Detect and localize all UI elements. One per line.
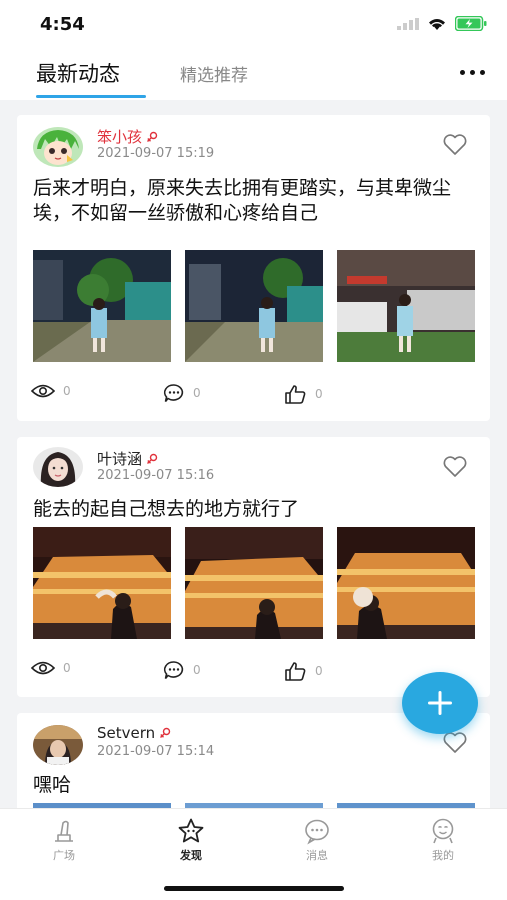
post-card[interactable]: 叶诗涵 2021-09-07 15:16 能去的起自己想去的地方就行了 0 0 … bbox=[17, 437, 490, 697]
thumbs-up-icon bbox=[285, 662, 306, 681]
heart-icon[interactable] bbox=[442, 133, 468, 157]
post-time: 2021-09-07 15:14 bbox=[97, 744, 215, 759]
female-icon bbox=[147, 131, 158, 142]
tab-active-indicator bbox=[36, 95, 146, 98]
signal-icon bbox=[397, 17, 419, 30]
post-stats: 0 0 0 bbox=[31, 383, 476, 407]
likes-stat[interactable]: 0 bbox=[283, 383, 323, 405]
likes-stat[interactable]: 0 bbox=[283, 660, 323, 682]
post-photo[interactable] bbox=[185, 250, 323, 362]
plus-icon bbox=[428, 691, 452, 715]
star-icon bbox=[178, 818, 204, 843]
post-time: 2021-09-07 15:16 bbox=[97, 468, 215, 483]
tab-square-label: 广场 bbox=[53, 849, 75, 862]
tab-latest[interactable]: 最新动态 bbox=[36, 58, 120, 88]
heart-icon[interactable] bbox=[442, 455, 468, 479]
status-time: 4:54 bbox=[40, 14, 85, 35]
post-text: 嘿哈 bbox=[33, 774, 72, 796]
comments-count: 0 bbox=[193, 663, 201, 677]
status-icons bbox=[397, 16, 487, 31]
profile-face-icon bbox=[432, 818, 454, 844]
post-text: 能去的起自己想去的地方就行了 bbox=[33, 498, 300, 520]
heart-icon[interactable] bbox=[442, 731, 468, 755]
tab-discover[interactable]: 发现 bbox=[151, 817, 231, 863]
battery-charging-icon bbox=[455, 16, 487, 31]
views-count: 0 bbox=[63, 661, 71, 675]
post-text: 后来才明白，原来失去比拥有更踏实，与其卑微尘埃，不如留一丝骄傲和心疼给自己 bbox=[33, 177, 452, 224]
avatar[interactable] bbox=[33, 725, 83, 765]
username-text[interactable]: Setvern bbox=[97, 724, 155, 742]
post-card[interactable]: 笨小孩 2021-09-07 15:19 后来才明白，原来失去比拥有更踏实，与其… bbox=[17, 115, 490, 421]
tab-profile[interactable]: 我的 bbox=[403, 817, 483, 863]
avatar[interactable] bbox=[33, 127, 83, 167]
status-bar: 4:54 bbox=[0, 0, 507, 48]
eye-icon bbox=[31, 661, 55, 675]
plaza-icon bbox=[55, 820, 73, 842]
photo-grid bbox=[33, 527, 475, 639]
post-photo[interactable] bbox=[33, 527, 171, 639]
tab-profile-label: 我的 bbox=[432, 849, 454, 862]
comments-stat[interactable]: 0 bbox=[163, 383, 201, 403]
username[interactable]: 笨小孩 bbox=[97, 126, 158, 147]
female-icon bbox=[160, 727, 171, 738]
eye-icon bbox=[31, 384, 55, 398]
post-photo[interactable] bbox=[337, 250, 475, 362]
photo-grid bbox=[33, 250, 475, 362]
views-stat: 0 bbox=[31, 383, 71, 399]
comments-stat[interactable]: 0 bbox=[163, 660, 201, 680]
username[interactable]: 叶诗涵 bbox=[97, 448, 158, 469]
username[interactable]: Setvern bbox=[97, 724, 171, 742]
post-photo[interactable] bbox=[185, 527, 323, 639]
tab-messages-label: 消息 bbox=[306, 849, 328, 862]
tab-discover-label: 发现 bbox=[180, 849, 202, 862]
post-stats: 0 0 0 bbox=[31, 660, 476, 684]
views-stat: 0 bbox=[31, 660, 71, 676]
tab-square[interactable]: 广场 bbox=[24, 817, 104, 863]
tab-messages[interactable]: 消息 bbox=[277, 817, 357, 863]
likes-count: 0 bbox=[315, 664, 323, 678]
female-icon bbox=[147, 453, 158, 464]
tab-featured[interactable]: 精选推荐 bbox=[180, 61, 248, 86]
more-menu-icon[interactable] bbox=[460, 70, 485, 75]
comment-icon bbox=[163, 661, 184, 680]
post-photo[interactable] bbox=[337, 527, 475, 639]
chat-bubble-icon bbox=[305, 819, 329, 845]
thumbs-up-icon bbox=[285, 385, 306, 404]
comments-count: 0 bbox=[193, 386, 201, 400]
username-text[interactable]: 笨小孩 bbox=[97, 126, 142, 147]
comment-icon bbox=[163, 384, 184, 403]
username-text[interactable]: 叶诗涵 bbox=[97, 448, 142, 469]
post-time: 2021-09-07 15:19 bbox=[97, 146, 215, 161]
views-count: 0 bbox=[63, 384, 71, 398]
create-post-button[interactable] bbox=[402, 672, 478, 734]
wifi-icon bbox=[429, 19, 445, 30]
likes-count: 0 bbox=[315, 387, 323, 401]
home-indicator bbox=[164, 886, 344, 891]
post-photo[interactable] bbox=[33, 250, 171, 362]
avatar[interactable] bbox=[33, 447, 83, 487]
top-tab-bar: 最新动态 精选推荐 bbox=[0, 48, 507, 100]
